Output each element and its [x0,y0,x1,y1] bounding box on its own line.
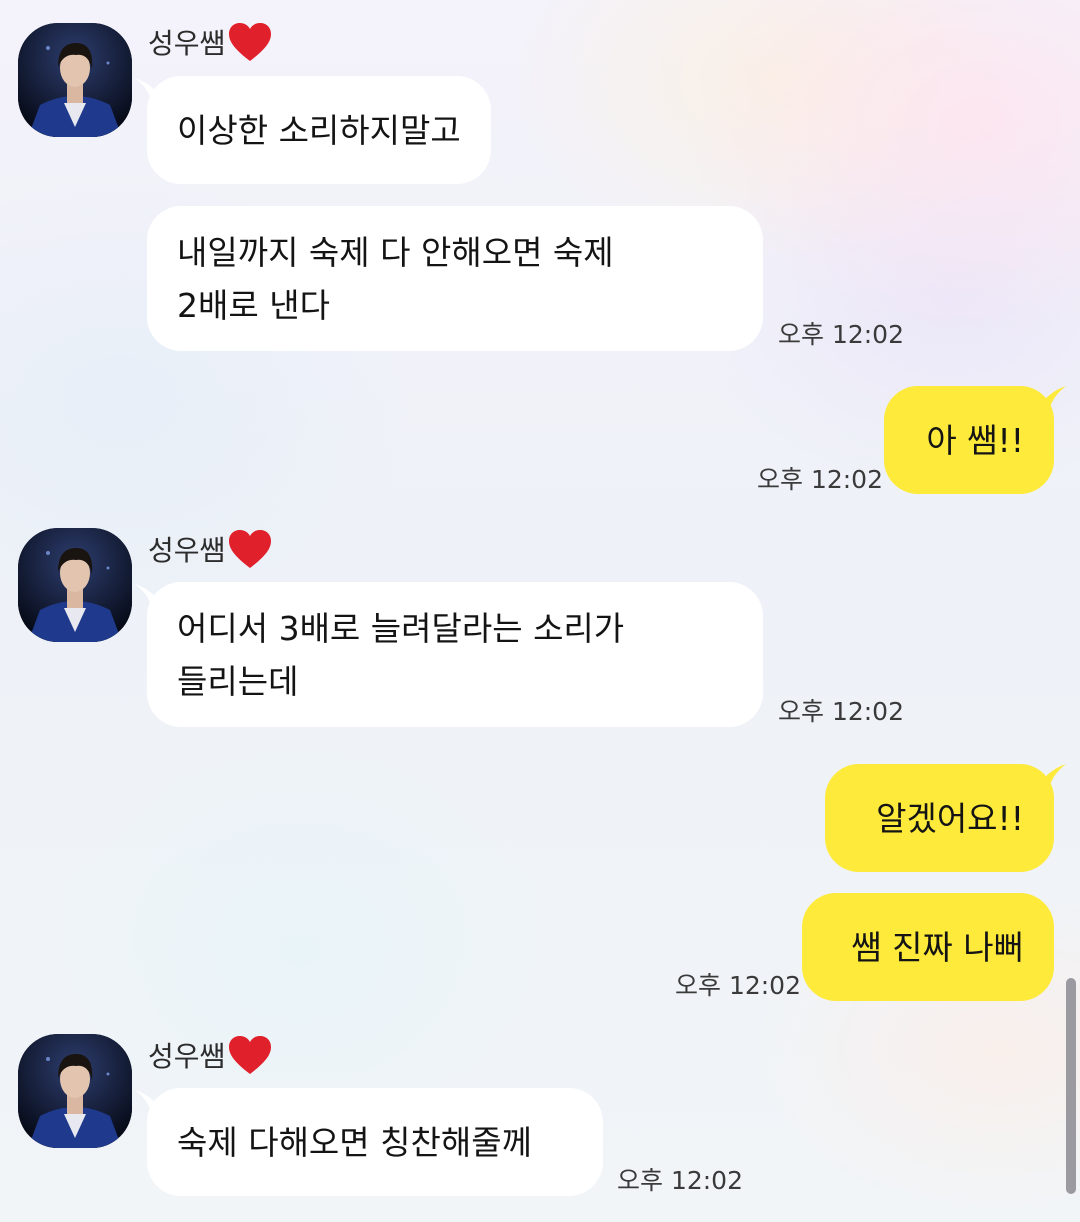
message-timestamp: 오후 12:02 [617,1166,743,1195]
message-bubble-outgoing[interactable]: 아 쌤!! [884,386,1054,494]
scrollbar-thumb[interactable] [1066,978,1076,1194]
message-bubble-outgoing[interactable]: 알겠어요!! [825,764,1054,872]
message-text: 2배로 낸다 [177,285,330,325]
message-timestamp: 오후 12:02 [675,971,801,1000]
message-bubble-incoming[interactable]: 어디서 3배로 늘려달라는 소리가 들리는데 [147,582,763,727]
message-timestamp: 오후 12:02 [757,465,883,494]
sender-avatar[interactable] [18,528,132,642]
sender-name: 성우쌤 [148,534,226,567]
sender-name-row: 성우쌤 [148,20,273,64]
sender-name: 성우쌤 [148,27,226,60]
message-text: 어디서 3배로 늘려달라는 소리가 [177,608,625,648]
message-text: 들리는데 [177,661,299,701]
red-heart-icon [227,528,273,570]
red-heart-icon [227,1034,273,1076]
message-text: 이상한 소리하지말고 [177,110,461,150]
message-bubble-incoming[interactable]: 내일까지 숙제 다 안해오면 숙제 2배로 낸다 [147,206,763,351]
message-timestamp: 오후 12:02 [778,697,904,726]
message-text: 숙제 다해오면 칭찬해줄께 [177,1122,532,1162]
message-text: 내일까지 숙제 다 안해오면 숙제 [177,232,614,272]
sender-avatar[interactable] [18,1034,132,1148]
red-heart-icon [227,21,273,63]
sender-name: 성우쌤 [148,1040,226,1073]
message-text: 쌤 진짜 나뻐 [851,927,1024,967]
message-bubble-incoming[interactable]: 숙제 다해오면 칭찬해줄께 [147,1088,603,1196]
message-bubble-incoming[interactable]: 이상한 소리하지말고 [147,76,491,184]
message-timestamp: 오후 12:02 [778,320,904,349]
message-bubble-outgoing[interactable]: 쌤 진짜 나뻐 [802,893,1054,1001]
sender-avatar[interactable] [18,23,132,137]
message-text: 아 쌤!! [926,420,1024,460]
message-text: 알겠어요!! [876,798,1024,838]
sender-name-row: 성우쌤 [148,527,273,571]
sender-name-row: 성우쌤 [148,1033,273,1077]
